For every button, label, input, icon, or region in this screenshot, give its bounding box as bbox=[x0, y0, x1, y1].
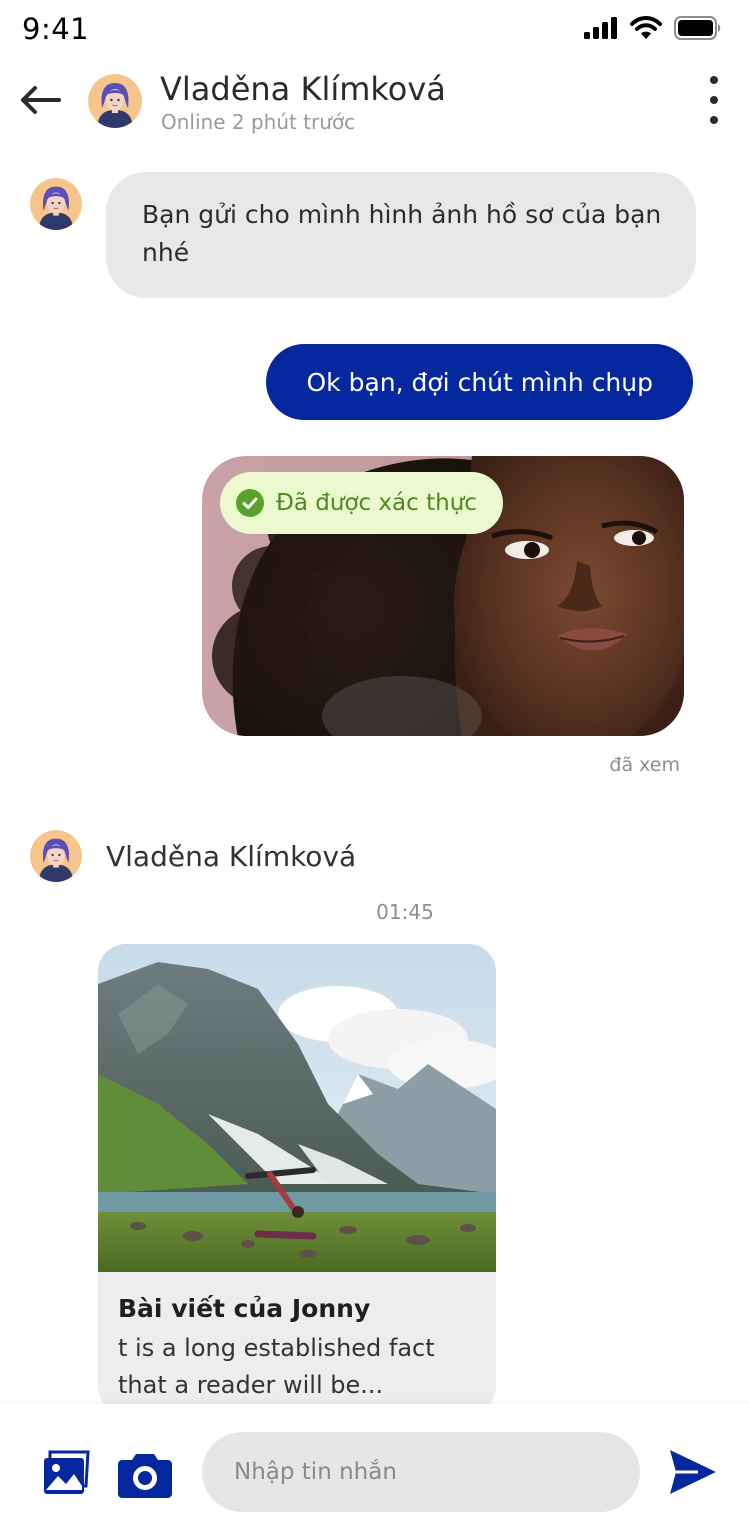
more-options-button[interactable] bbox=[698, 72, 730, 128]
presence-status: Online 2 phút trước bbox=[161, 110, 356, 134]
post-title: Bài viết của Jonny bbox=[118, 1294, 371, 1323]
message-text: Bạn gửi cho mình hình ảnh hồ sơ của bạn … bbox=[142, 200, 662, 267]
avatar[interactable] bbox=[88, 74, 142, 128]
battery-icon bbox=[674, 16, 721, 40]
message-input[interactable] bbox=[202, 1432, 640, 1512]
chat-header: Vladěna Klímková Online 2 phút trước bbox=[0, 62, 750, 142]
signal-icon bbox=[584, 17, 617, 39]
image-gallery-icon[interactable] bbox=[42, 1448, 90, 1496]
status-icons bbox=[584, 16, 722, 40]
seen-status: đã xem bbox=[609, 754, 680, 776]
check-circle-icon bbox=[236, 489, 264, 517]
verified-label: Đã được xác thực bbox=[276, 490, 477, 516]
shared-post-card[interactable]: Bài viết của Jonny t is a long establish… bbox=[98, 944, 496, 1414]
incoming-message-bubble[interactable]: Bạn gửi cho mình hình ảnh hồ sơ của bạn … bbox=[106, 172, 696, 298]
sender-name: Vladěna Klímková bbox=[106, 840, 357, 873]
send-icon[interactable] bbox=[668, 1448, 718, 1496]
outgoing-message-bubble[interactable]: Ok bạn, đợi chút mình chụp bbox=[266, 344, 693, 420]
camera-icon[interactable] bbox=[118, 1450, 172, 1498]
photo-message[interactable]: Đã được xác thực bbox=[202, 456, 684, 736]
status-time: 9:41 bbox=[22, 12, 90, 46]
message-time: 01:45 bbox=[376, 900, 434, 924]
status-bar: 9:41 bbox=[0, 0, 750, 58]
avatar bbox=[30, 830, 82, 882]
wifi-icon bbox=[630, 16, 662, 39]
message-composer bbox=[0, 1404, 750, 1540]
avatar bbox=[30, 178, 82, 230]
back-button[interactable] bbox=[16, 78, 64, 122]
post-image bbox=[98, 944, 496, 1272]
contact-name[interactable]: Vladěna Klímková bbox=[160, 70, 446, 108]
message-text: Ok bạn, đợi chút mình chụp bbox=[306, 367, 653, 397]
verified-badge: Đã được xác thực bbox=[220, 472, 503, 534]
arrow-left-icon bbox=[21, 86, 61, 114]
post-excerpt: t is a long established fact that a read… bbox=[118, 1334, 435, 1399]
more-vertical-icon bbox=[710, 76, 718, 84]
